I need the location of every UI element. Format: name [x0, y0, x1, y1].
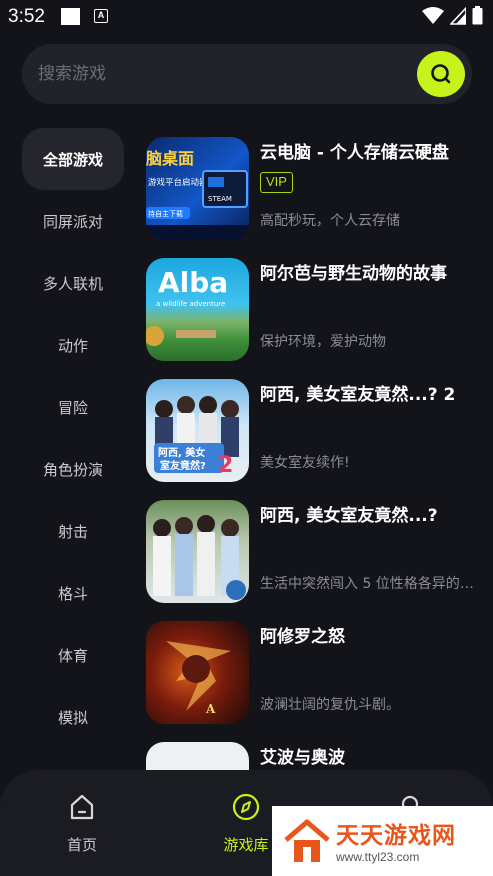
- game-title: 云电脑 - 个人存储云硬盘: [260, 143, 449, 163]
- game-card[interactable]: 艾波与奥波: [146, 737, 481, 772]
- wifi-icon: [422, 6, 444, 24]
- game-thumbnail: A: [146, 621, 249, 724]
- notification-a-icon: A: [94, 9, 108, 23]
- thumb-text: 阿西, 美女: [158, 446, 205, 459]
- game-card[interactable]: 阿西, 美女室友竟然...? 生活中突然闯入 5 位性格各异的美女室友: [146, 495, 481, 616]
- game-thumbnail: [146, 500, 249, 603]
- vip-badge: VIP: [260, 172, 293, 193]
- game-description: 美女室友续作!: [260, 455, 350, 471]
- game-title: 阿西, 美女室友竟然...? 2: [260, 385, 456, 405]
- compass-icon: [232, 793, 260, 821]
- game-title: 艾波与奥波: [260, 748, 345, 768]
- sidebar-item-label: 体育: [57, 646, 88, 665]
- thumb-text: 室友竟然?: [160, 459, 206, 472]
- thumb-text: STEAM: [208, 195, 232, 203]
- sidebar-item-action[interactable]: 动作: [22, 314, 124, 376]
- watermark-url: www.ttyl23.com: [336, 850, 420, 864]
- nav-label: 首页: [66, 836, 97, 854]
- status-time: 3:52: [8, 6, 45, 27]
- sidebar-item-sports[interactable]: 体育: [22, 624, 124, 686]
- sidebar-item-all-games[interactable]: 全部游戏: [22, 128, 124, 190]
- sidebar-item-fighting[interactable]: 格斗: [22, 562, 124, 624]
- sidebar-item-shooter[interactable]: 射击: [22, 500, 124, 562]
- sidebar-item-simulation[interactable]: 模拟: [22, 686, 124, 748]
- game-title: 阿尔芭与野生动物的故事: [260, 264, 447, 284]
- thumb-text: 游戏平台启动器: [148, 177, 208, 188]
- status-bar: 3:52 A: [0, 0, 493, 34]
- game-card[interactable]: 阿西, 美女 室友竟然? 2 阿西, 美女室友竟然...? 2 美女室友续作!: [146, 374, 481, 495]
- game-list: 脑桌面 游戏平台启动器 STEAM 持自主下载 云电脑 - 个人存储云硬盘 VI…: [146, 132, 481, 772]
- house-logo-icon: [284, 819, 330, 862]
- game-card[interactable]: 脑桌面 游戏平台启动器 STEAM 持自主下载 云电脑 - 个人存储云硬盘 VI…: [146, 132, 481, 253]
- status-icons: [422, 6, 483, 25]
- sidebar-item-label: 全部游戏: [42, 150, 103, 169]
- svg-text:A: A: [205, 702, 216, 716]
- sidebar-item-label: 动作: [57, 336, 88, 355]
- cloud-pc-art: 脑桌面 游戏平台启动器 STEAM 持自主下载: [146, 149, 249, 240]
- sidebar-item-label: 冒险: [57, 398, 88, 417]
- sidebar-item-label: 格斗: [57, 584, 88, 603]
- game-description: 生活中突然闯入 5 位性格各异的美女室友: [260, 576, 475, 592]
- sidebar-item-adventure[interactable]: 冒险: [22, 376, 124, 438]
- game-thumbnail: 阿西, 美女 室友竟然? 2: [146, 379, 249, 482]
- search-input[interactable]: [38, 62, 398, 86]
- search-bar: [22, 44, 472, 104]
- asura-art: A: [166, 641, 231, 716]
- thumb-text: 脑桌面: [146, 149, 194, 168]
- game-thumbnail: [146, 742, 249, 772]
- search-icon: [431, 64, 451, 84]
- site-watermark: 天天游戏网 www.ttyl23.com: [272, 806, 493, 876]
- search-button[interactable]: [417, 51, 465, 97]
- sidebar-item-label: 同屏派对: [42, 212, 103, 231]
- game-title: 阿西, 美女室友竟然...?: [260, 506, 438, 526]
- sidebar-item-label: 射击: [57, 522, 88, 541]
- sidebar-item-label: 角色扮演: [42, 460, 103, 479]
- signal-icon: [450, 6, 466, 25]
- thumb-text: Alba: [158, 266, 228, 299]
- notification-box-icon: [61, 8, 80, 25]
- alba-art: Alba a wildlife adventure: [146, 266, 228, 346]
- sidebar-item-label: 模拟: [57, 708, 88, 727]
- nav-home[interactable]: 首页: [37, 792, 127, 855]
- sidebar-item-party[interactable]: 同屏派对: [22, 190, 124, 252]
- roommate2-art: 阿西, 美女 室友竟然? 2: [154, 396, 239, 478]
- roommate-art: [153, 515, 246, 600]
- game-description: 保护环境，爱护动物: [260, 334, 386, 350]
- thumb-text: 持自主下载: [148, 209, 183, 218]
- watermark-title: 天天游戏网: [336, 823, 456, 849]
- game-card[interactable]: A 阿修罗之怒 波澜壮阔的复仇斗剧。: [146, 616, 481, 737]
- game-card[interactable]: Alba a wildlife adventure 阿尔芭与野生动物的故事 保护…: [146, 253, 481, 374]
- sidebar-item-label: 多人联机: [42, 274, 103, 293]
- svg-text:2: 2: [218, 453, 233, 478]
- home-icon: [70, 794, 94, 820]
- game-thumbnail: Alba a wildlife adventure: [146, 258, 249, 361]
- category-sidebar: 全部游戏 同屏派对 多人联机 动作 冒险 角色扮演 射击 格斗 体育 模拟: [22, 128, 126, 778]
- game-description: 高配秒玩，个人云存储: [260, 213, 400, 229]
- game-description: 波澜壮阔的复仇斗剧。: [260, 697, 400, 713]
- sidebar-item-rpg[interactable]: 角色扮演: [22, 438, 124, 500]
- battery-icon: [472, 6, 483, 25]
- game-thumbnail: 脑桌面 游戏平台启动器 STEAM 持自主下载: [146, 137, 249, 240]
- sidebar-item-multiplayer[interactable]: 多人联机: [22, 252, 124, 314]
- game-title: 阿修罗之怒: [260, 627, 345, 647]
- thumb-text: a wildlife adventure: [156, 300, 225, 308]
